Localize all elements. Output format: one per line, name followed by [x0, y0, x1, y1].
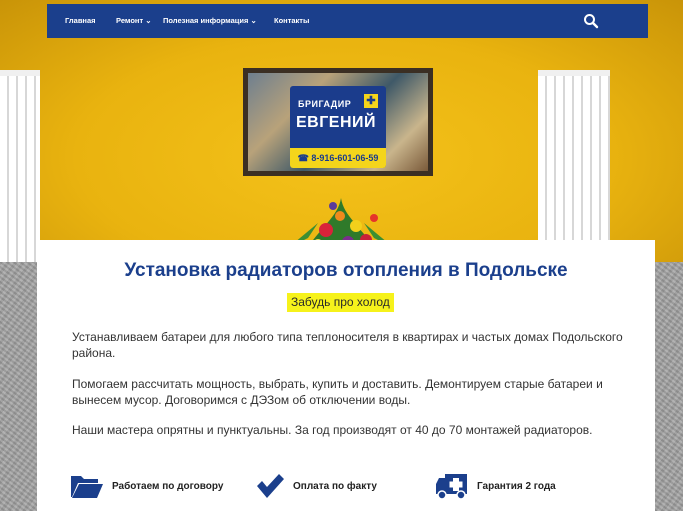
feature-contract-label: Работаем по договору [112, 480, 224, 492]
logo-line2: ЕВГЕНИЙ [296, 114, 377, 131]
nav-item-useful-info[interactable]: Полезная информация ⌄ [163, 4, 257, 38]
top-navigation: Главная Ремонт ⌄ Полезная информация ⌄ К… [47, 4, 648, 38]
feature-warranty: Гарантия 2 года [435, 471, 556, 501]
tagline: Забудь про холод [287, 293, 394, 312]
page-title: Установка радиаторов отопления в Подольс… [124, 260, 568, 281]
logo-line1: БРИГАДИР [298, 99, 352, 109]
folder-icon [71, 476, 103, 498]
checkmark-icon [257, 474, 284, 498]
logo-mark-icon: ✚ [364, 94, 378, 108]
medical-truck-icon [436, 474, 467, 500]
hero-image: БРИГАДИР ✚ ЕВГЕНИЙ ☎ 8-916-601-06-59 [0, 0, 683, 262]
radiator-right [538, 70, 610, 262]
feature-contract: Работаем по договору [70, 471, 223, 501]
paragraph-3: Наши мастера опрятны и пунктуальны. За г… [72, 423, 593, 437]
brand-logo: БРИГАДИР ✚ ЕВГЕНИЙ ☎ 8-916-601-06-59 [290, 86, 386, 168]
paragraph-2: Помогаем рассчитать мощность, выбрать, к… [72, 377, 603, 407]
paragraph-1: Устанавливаем батареи для любого типа те… [72, 330, 623, 360]
phone-icon: ☎ [297, 153, 309, 163]
logo-phone: ☎ 8-916-601-06-59 [290, 148, 386, 168]
nav-item-repair[interactable]: Ремонт ⌄ [116, 4, 152, 38]
feature-payment-label: Оплата по факту [293, 480, 377, 492]
nav-item-home[interactable]: Главная [65, 4, 96, 38]
logo-phone-number: 8-916-601-06-59 [311, 153, 379, 163]
nav-item-contacts[interactable]: Контакты [274, 4, 309, 38]
radiator-left [0, 70, 40, 262]
feature-warranty-label: Гарантия 2 года [477, 480, 556, 492]
content-card: Установка радиаторов отопления в Подольс… [37, 240, 655, 511]
feature-payment: Оплата по факту [255, 471, 377, 501]
search-icon[interactable] [583, 13, 599, 29]
